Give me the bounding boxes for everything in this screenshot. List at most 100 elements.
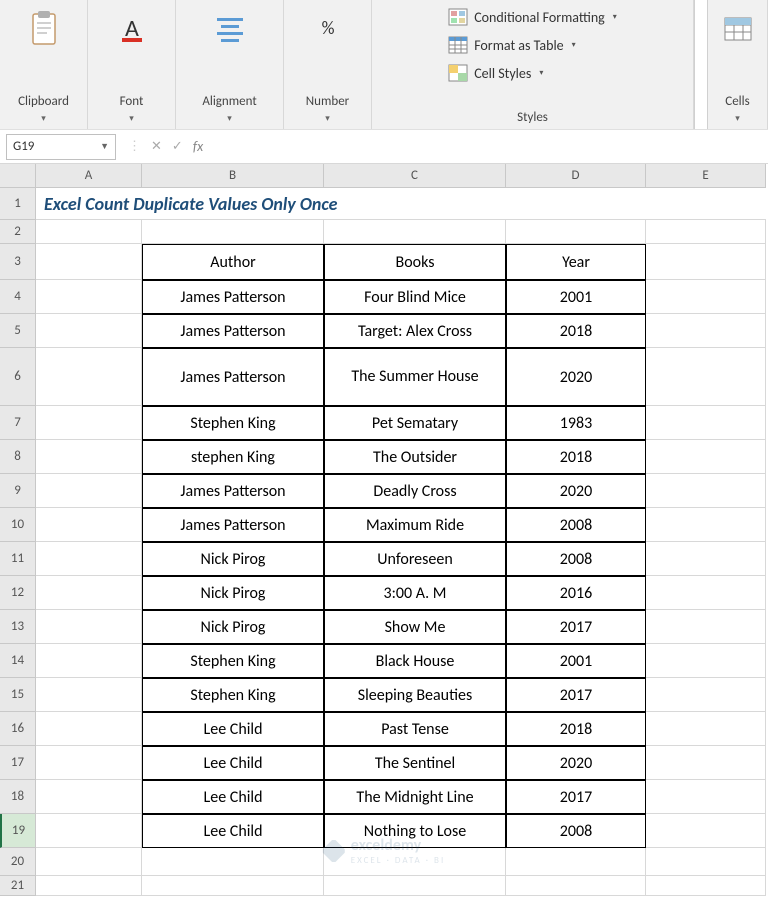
cell[interactable] (646, 508, 766, 542)
cell[interactable] (646, 280, 766, 314)
cell-year[interactable]: 2008 (506, 814, 646, 848)
row-header-15[interactable]: 15 (0, 678, 36, 712)
cell-year[interactable]: 2001 (506, 644, 646, 678)
cell[interactable] (36, 814, 142, 848)
cell-book[interactable]: The Summer House (324, 348, 506, 406)
cell-book[interactable]: Sleeping Beauties (324, 678, 506, 712)
cell[interactable] (506, 848, 646, 876)
cell[interactable] (646, 314, 766, 348)
row-header-18[interactable]: 18 (0, 780, 36, 814)
cell-book[interactable]: Maximum Ride (324, 508, 506, 542)
cell-author[interactable]: James Patterson (142, 508, 324, 542)
row-header-8[interactable]: 8 (0, 440, 36, 474)
row-header-17[interactable]: 17 (0, 746, 36, 780)
cell-author[interactable]: stephen King (142, 440, 324, 474)
cell[interactable] (36, 746, 142, 780)
cell-book[interactable]: Target: Alex Cross (324, 314, 506, 348)
col-header-C[interactable]: C (324, 164, 506, 188)
cell[interactable] (646, 780, 766, 814)
cell-book[interactable]: Four Blind Mice (324, 280, 506, 314)
cell-year[interactable]: 2020 (506, 348, 646, 406)
cell[interactable] (646, 406, 766, 440)
cell[interactable] (646, 440, 766, 474)
row-header-21[interactable]: 21 (0, 876, 36, 896)
row-header-20[interactable]: 20 (0, 848, 36, 876)
cell[interactable] (36, 678, 142, 712)
row-header-1[interactable]: 1 (0, 188, 36, 220)
conditional-formatting-button[interactable]: Conditional Formatting▾ (444, 6, 621, 28)
cell-book[interactable]: Nothing to Lose (324, 814, 506, 848)
cell[interactable] (646, 348, 766, 406)
cell[interactable] (646, 848, 766, 876)
cell[interactable] (36, 542, 142, 576)
cell-year[interactable]: 2017 (506, 780, 646, 814)
row-header-9[interactable]: 9 (0, 474, 36, 508)
cell[interactable] (36, 848, 142, 876)
cell-author[interactable]: Lee Child (142, 712, 324, 746)
cell-author[interactable]: Stephen King (142, 644, 324, 678)
row-header-3[interactable]: 3 (0, 244, 36, 280)
row-header-16[interactable]: 16 (0, 712, 36, 746)
cell[interactable] (36, 440, 142, 474)
cell-author[interactable]: James Patterson (142, 474, 324, 508)
cell[interactable] (646, 220, 766, 244)
cell[interactable] (36, 474, 142, 508)
row-header-12[interactable]: 12 (0, 576, 36, 610)
cell[interactable] (324, 220, 506, 244)
cell-author[interactable]: Nick Pirog (142, 610, 324, 644)
cell[interactable] (36, 508, 142, 542)
ribbon-group-alignment[interactable]: Alignment▾ (176, 0, 284, 129)
cell[interactable] (646, 678, 766, 712)
sheet-title[interactable]: Excel Count Duplicate Values Only Once (36, 188, 766, 220)
row-header-7[interactable]: 7 (0, 406, 36, 440)
cell[interactable] (646, 876, 766, 896)
chevron-down-icon[interactable]: ▼ (100, 141, 109, 152)
cell[interactable] (142, 220, 324, 244)
col-header-D[interactable]: D (506, 164, 646, 188)
cell-book[interactable]: The Midnight Line (324, 780, 506, 814)
cell-author[interactable]: Lee Child (142, 746, 324, 780)
cell[interactable] (142, 876, 324, 896)
formula-input[interactable] (215, 134, 768, 160)
cell[interactable] (36, 244, 142, 280)
cell-year[interactable]: 2020 (506, 474, 646, 508)
cell-year[interactable]: 2018 (506, 440, 646, 474)
cell-year[interactable]: 2018 (506, 712, 646, 746)
cell[interactable] (324, 876, 506, 896)
cell-author[interactable]: Lee Child (142, 814, 324, 848)
cell[interactable] (36, 644, 142, 678)
cell-book[interactable]: The Outsider (324, 440, 506, 474)
cell[interactable] (646, 746, 766, 780)
cell[interactable] (324, 848, 506, 876)
row-header-4[interactable]: 4 (0, 280, 36, 314)
cell-author[interactable]: James Patterson (142, 314, 324, 348)
format-as-table-button[interactable]: Format as Table▾ (444, 34, 621, 56)
cell-year[interactable]: 2016 (506, 576, 646, 610)
ribbon-group-font[interactable]: A Font▾ (88, 0, 176, 129)
cell-author[interactable]: Stephen King (142, 678, 324, 712)
cell-book[interactable]: Past Tense (324, 712, 506, 746)
cell-author[interactable]: Nick Pirog (142, 542, 324, 576)
cell[interactable] (646, 244, 766, 280)
cell-author[interactable]: Stephen King (142, 406, 324, 440)
col-header-A[interactable]: A (36, 164, 142, 188)
cell-author[interactable]: James Patterson (142, 280, 324, 314)
cell[interactable] (646, 474, 766, 508)
row-header-6[interactable]: 6 (0, 348, 36, 406)
cell[interactable] (36, 314, 142, 348)
cell-book[interactable]: Pet Sematary (324, 406, 506, 440)
formula-cancel-icon[interactable]: ✕ (151, 139, 162, 154)
cell[interactable] (142, 848, 324, 876)
col-header-E[interactable]: E (646, 164, 766, 188)
cell[interactable] (646, 610, 766, 644)
name-box[interactable]: G19 ▼ (6, 134, 116, 160)
cell-styles-button[interactable]: Cell Styles▾ (444, 62, 621, 84)
cell-author[interactable]: Nick Pirog (142, 576, 324, 610)
fx-icon[interactable]: fx (193, 138, 203, 155)
row-header-2[interactable]: 2 (0, 220, 36, 244)
cell-book[interactable]: 3:00 A. M (324, 576, 506, 610)
cell[interactable] (36, 220, 142, 244)
row-header-10[interactable]: 10 (0, 508, 36, 542)
table-header-year[interactable]: Year (506, 244, 646, 280)
cell[interactable] (646, 576, 766, 610)
